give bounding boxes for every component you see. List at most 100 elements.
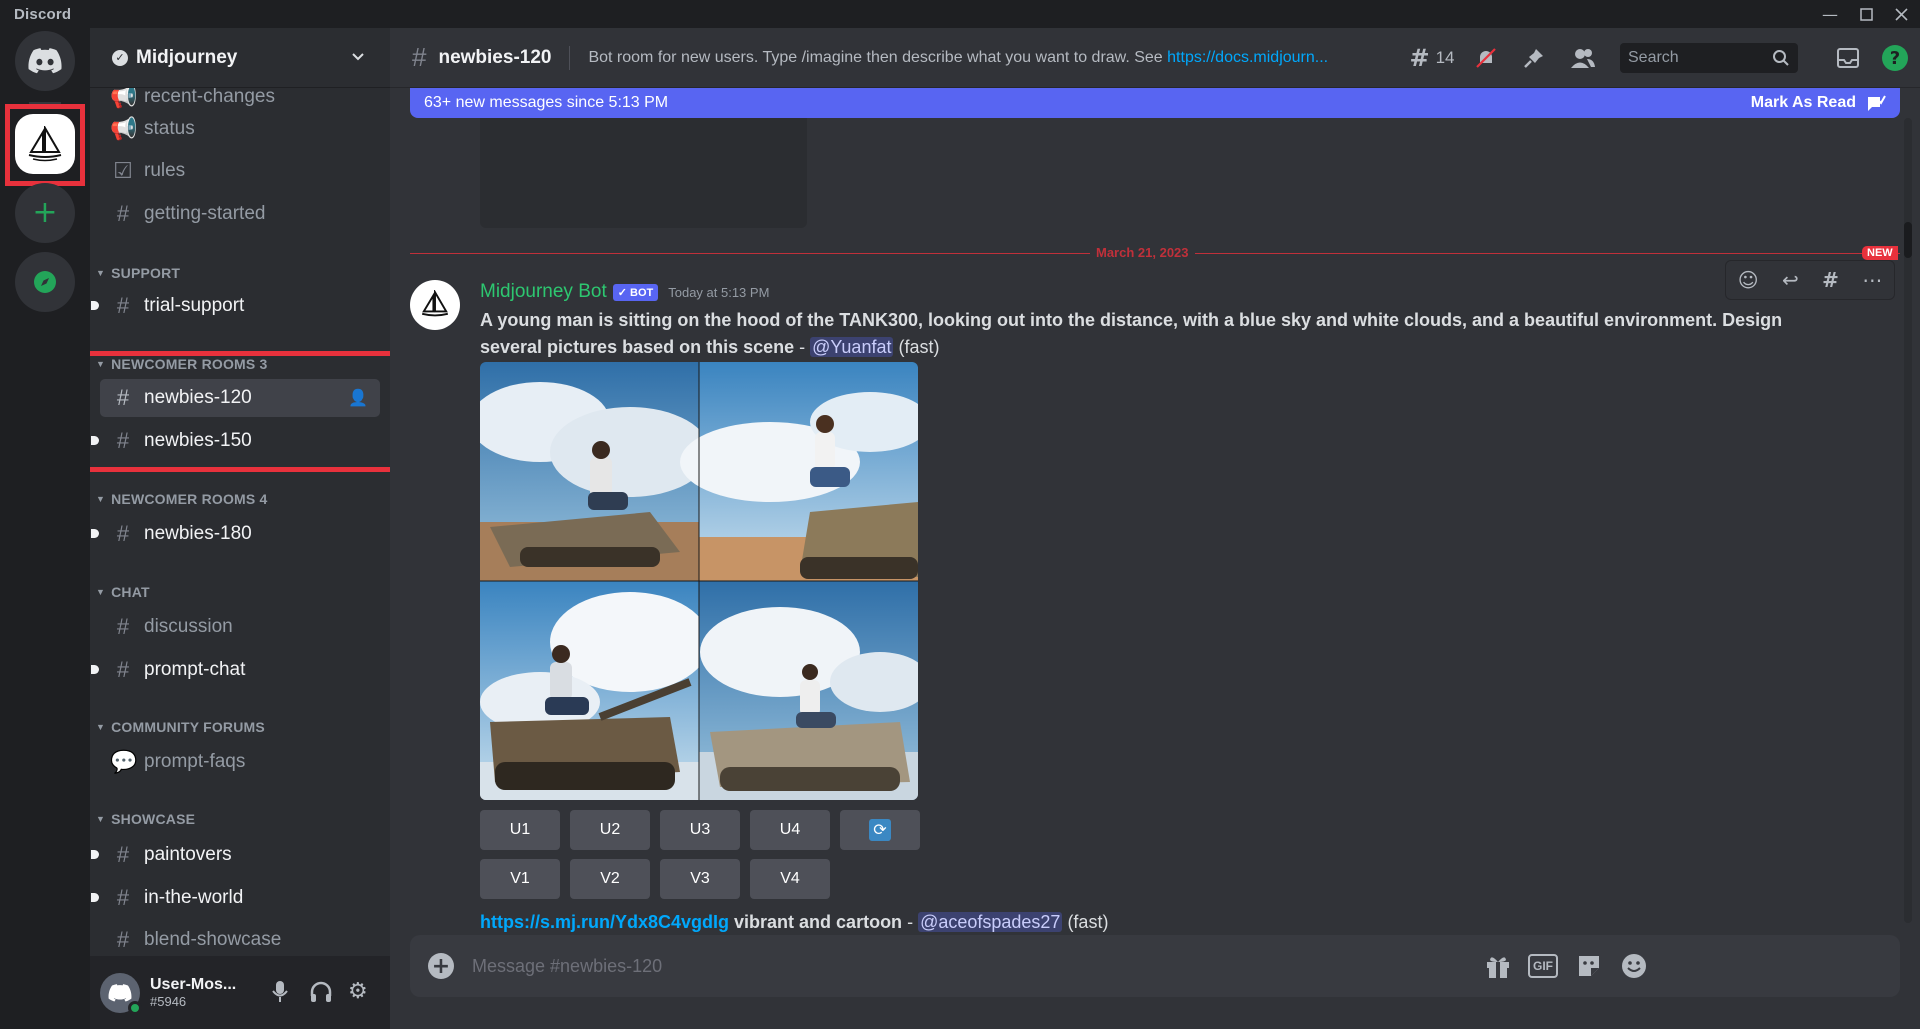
channel-in-the-world[interactable]: # in-the-world [91, 879, 380, 917]
gift-icon[interactable] [1485, 953, 1511, 983]
generated-image-grid[interactable] [480, 362, 918, 800]
channel-trial-support[interactable]: # trial-support [91, 287, 380, 325]
explore-servers-button[interactable] [15, 252, 75, 312]
topic-link[interactable]: https://docs.midjourn... [1167, 49, 1328, 66]
category-newcomer-rooms-3[interactable]: ▼ NEWCOMER ROOMS 3 [96, 356, 268, 372]
channel-prompt-chat[interactable]: # prompt-chat [91, 651, 380, 689]
channel-paintovers[interactable]: # paintovers [91, 836, 380, 874]
invite-member-icon[interactable]: 👤 [348, 388, 368, 408]
close-icon[interactable] [1886, 0, 1916, 28]
member-list-icon[interactable] [1566, 28, 1600, 88]
maximize-icon[interactable] [1851, 0, 1881, 28]
home-button[interactable] [15, 31, 75, 91]
category-community-forums[interactable]: ▼ COMMUNITY FORUMS [96, 719, 265, 735]
discord-window: Discord — + ✓ Midjourney 📢 recent-change… [0, 0, 1920, 1029]
add-server-button[interactable]: + [15, 183, 75, 243]
compass-icon [34, 271, 56, 293]
message-input[interactable]: Message #newbies-120 [472, 956, 662, 977]
next-message-link[interactable]: https://s.mj.run/Ydx8C4vgdIg [480, 912, 729, 932]
category-showcase[interactable]: ▼ SHOWCASE [96, 811, 195, 827]
upscale-u1-button[interactable]: U1 [480, 810, 560, 850]
variation-v1-button[interactable]: V1 [480, 859, 560, 899]
hash-icon: # [116, 614, 130, 639]
mark-as-read-button[interactable]: Mark As Read [1751, 94, 1856, 112]
chat-scrollbar-thumb[interactable] [1904, 222, 1912, 258]
message-composer: + Message #newbies-120 GIF [410, 935, 1900, 997]
add-reaction-icon[interactable]: ☺ [1738, 268, 1759, 292]
help-icon[interactable]: ? [1880, 28, 1910, 88]
channel-getting-started[interactable]: # getting-started [100, 195, 380, 233]
chat-scrollbar-track[interactable] [1904, 118, 1912, 923]
channel-blend-showcase[interactable]: # blend-showcase [100, 921, 380, 959]
sticker-icon[interactable] [1576, 953, 1602, 983]
user-mention[interactable]: @Yuanfat [810, 337, 894, 357]
reply-icon[interactable]: ↩ [1782, 268, 1799, 292]
hash-icon: # [116, 842, 130, 867]
chevron-down-icon: ▼ [96, 268, 106, 278]
new-messages-bar[interactable]: 63+ new messages since 5:13 PM Mark As R… [410, 88, 1900, 118]
title-bar: Discord — [0, 0, 1920, 28]
app-title: Discord [14, 5, 72, 23]
channel-newbies-180[interactable]: # newbies-180 [91, 515, 380, 553]
image-tile-2 [680, 362, 918, 581]
threads-hash-icon: # [116, 428, 130, 453]
variation-v3-button[interactable]: V3 [660, 859, 740, 899]
rail-separator [29, 102, 61, 104]
reroll-button[interactable]: ⟳ [840, 810, 920, 850]
search-input[interactable]: Search [1620, 43, 1798, 73]
microphone-icon[interactable] [270, 980, 290, 1008]
category-support[interactable]: ▼ SUPPORT [96, 265, 180, 281]
mute-bell-icon[interactable] [1470, 28, 1502, 88]
minimize-icon[interactable]: — [1815, 0, 1845, 28]
channel-prompt-faqs[interactable]: 💬 prompt-faqs [100, 743, 380, 781]
create-thread-icon[interactable]: # [1822, 268, 1839, 292]
upscale-u2-button[interactable]: U2 [570, 810, 650, 850]
threads-hash-icon: # [116, 521, 130, 546]
mark-read-icon [1866, 94, 1886, 117]
upscale-u3-button[interactable]: U3 [660, 810, 740, 850]
channel-rules[interactable]: ☑ rules [100, 152, 380, 190]
rules-checkbox-icon: ☑ [113, 158, 133, 183]
channel-label: status [144, 118, 195, 139]
gif-button[interactable]: GIF [1528, 954, 1558, 978]
image-tile-1 [480, 362, 710, 581]
hash-icon: # [116, 927, 130, 952]
channel-discussion[interactable]: # discussion [100, 608, 380, 646]
upscale-u4-button[interactable]: U4 [750, 810, 830, 850]
plus-icon: + [32, 195, 58, 230]
channel-label: trial-support [144, 295, 245, 316]
emoji-icon[interactable] [1620, 952, 1648, 984]
author-name[interactable]: Midjourney Bot [480, 281, 607, 303]
avatar[interactable] [100, 972, 142, 1015]
channel-status[interactable]: 📢 status [100, 110, 380, 148]
headphones-icon[interactable] [309, 980, 333, 1008]
hash-icon: # [116, 885, 130, 910]
chevron-down-icon: ▼ [96, 814, 106, 824]
generation-mode: (fast) [1062, 912, 1109, 932]
search-icon [1772, 49, 1790, 71]
channel-label: recent-changes [144, 86, 275, 107]
bot-avatar[interactable] [410, 280, 460, 330]
channel-label: getting-started [144, 203, 266, 224]
pin-icon[interactable] [1518, 28, 1550, 88]
user-info[interactable]: User-Mos... #5946 [150, 976, 250, 1009]
variation-v2-button[interactable]: V2 [570, 859, 650, 899]
inbox-icon[interactable] [1830, 28, 1866, 88]
variation-v4-button[interactable]: V4 [750, 859, 830, 899]
more-options-icon[interactable]: ⋯ [1862, 268, 1882, 292]
channel-label: discussion [144, 616, 233, 637]
category-chat[interactable]: ▼ CHAT [96, 584, 150, 600]
chevron-down-icon: ▼ [96, 494, 106, 504]
settings-gear-icon[interactable]: ⚙ [348, 979, 368, 1004]
previous-embed-image[interactable] [480, 118, 807, 228]
guild-header[interactable]: ✓ Midjourney [90, 28, 390, 88]
hash-icon: # [116, 293, 130, 318]
category-newcomer-rooms-4[interactable]: ▼ NEWCOMER ROOMS 4 [96, 491, 268, 507]
server-midjourney[interactable] [15, 114, 75, 174]
channel-newbies-150[interactable]: # newbies-150 [91, 422, 380, 460]
user-mention[interactable]: @aceofspades27 [918, 912, 1063, 932]
channel-newbies-120[interactable]: # newbies-120 👤 [100, 379, 380, 417]
channel-topic[interactable]: Bot room for new users. Type /imagine th… [588, 49, 1328, 67]
upload-plus-icon[interactable]: + [428, 953, 454, 979]
threads-icon[interactable]: #14 [1402, 28, 1462, 88]
